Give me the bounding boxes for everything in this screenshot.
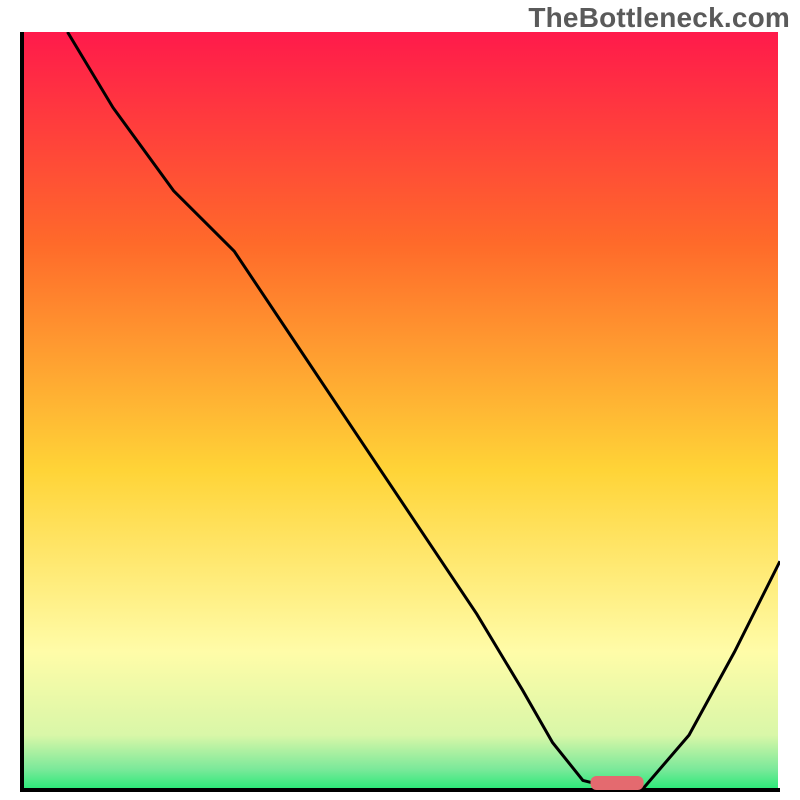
bottleneck-chart [20, 32, 780, 792]
optimum-marker [591, 776, 644, 790]
gradient-background [22, 32, 778, 788]
watermark-text: TheBottleneck.com [528, 2, 790, 34]
chart-container: TheBottleneck.com [0, 0, 800, 800]
